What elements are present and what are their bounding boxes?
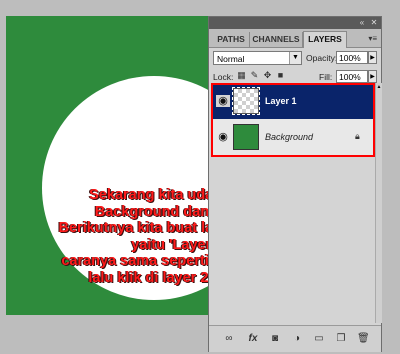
panel-menu-icon[interactable]: ▾≡ [368,34,377,43]
layer-name[interactable]: Background [265,131,313,143]
tab-layers[interactable]: LAYERS [303,31,347,48]
fill-label: Fill: [319,72,333,82]
lock-image-icon[interactable]: ✎ [250,71,259,80]
opacity-slider-button[interactable]: ▶ [368,51,377,64]
panel-bottom-toolbar: ∞ fx ◙ ◑ ▭ ❐ 🗑︎ [209,325,381,352]
group-icon[interactable]: ▭ [313,333,325,345]
eye-icon[interactable]: ◉ [216,95,230,107]
chevron-down-icon[interactable]: ▼ [289,52,301,64]
padlock-icon: 🔒︎ [355,131,360,141]
panel-title-bar[interactable]: « ✕ [209,17,381,29]
eye-icon[interactable]: ◉ [216,131,230,143]
collapse-icon[interactable]: « [357,18,367,27]
opacity-label: Opacity: [306,53,338,63]
layer-row-background[interactable]: ◉ Background 🔒︎ [213,121,373,155]
tab-channels[interactable]: CHANNELS [250,32,303,47]
layers-list: ◉ Layer 1 ◉ Background 🔒︎ [211,83,375,157]
panel-tabs: PATHS CHANNELS LAYERS ▾≡ [209,29,381,48]
link-icon[interactable]: ∞ [223,333,235,345]
mask-icon[interactable]: ◙ [269,333,281,345]
fx-icon[interactable]: fx [247,333,259,345]
lock-position-icon[interactable]: ✥ [263,71,272,80]
layer-row-layer-1[interactable]: ◉ Layer 1 [213,85,373,119]
scroll-up-icon[interactable]: ▲ [376,83,382,91]
fill-slider-button[interactable]: ▶ [368,70,377,83]
layers-panel: « ✕ PATHS CHANNELS LAYERS ▾≡ Normal ▼ Op… [208,16,382,352]
adjustment-icon[interactable]: ◑ [291,333,303,345]
lock-all-icon[interactable]: ■ [276,71,285,80]
tab-paths[interactable]: PATHS [213,32,250,47]
close-icon[interactable]: ✕ [369,18,379,27]
blend-opacity-row: Normal ▼ Opacity: 100% ▶ [209,48,381,70]
layer-thumbnail [232,87,260,115]
blend-mode-select[interactable]: Normal ▼ [213,51,302,65]
layers-scrollbar[interactable]: ▲ [375,83,382,323]
layer-thumbnail [233,124,259,150]
lock-label: Lock: [213,72,234,82]
blend-mode-value: Normal [217,54,245,64]
new-layer-icon[interactable]: ❐ [335,333,347,345]
lock-fill-row: Lock: ▦ ✎ ✥ ■ Fill: 100% ▶ [209,70,381,84]
layer-name[interactable]: Layer 1 [265,95,297,107]
opacity-field[interactable]: 100% [336,51,368,64]
trash-icon[interactable]: 🗑︎ [357,333,370,345]
fill-field[interactable]: 100% [336,70,368,83]
lock-transparency-icon[interactable]: ▦ [237,71,246,80]
